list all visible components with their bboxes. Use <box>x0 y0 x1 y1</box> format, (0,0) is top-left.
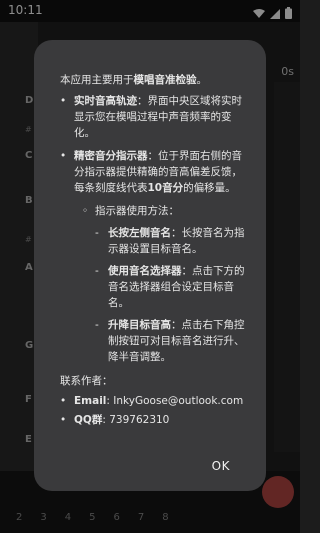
usage-item: 使用音名选择器：点击下方的音名选择器组合设定目标音名。 <box>95 263 246 311</box>
usage-item: 升降目标音高：点击右下角控制按钮可对目标音名进行升、降半音调整。 <box>95 317 246 365</box>
feature-list: 实时音高轨迹：界面中央区域将实时显示您在模唱过程中声音频率的变化。 精密音分指示… <box>60 93 246 196</box>
contact-list: Email: InkyGoose@outlook.com QQ群: 739762… <box>60 393 246 428</box>
feature-item: 实时音高轨迹：界面中央区域将实时显示您在模唱过程中声音频率的变化。 <box>60 93 246 141</box>
usage-list: 长按左侧音名：长按音名为指示器设置目标音名。 使用音名选择器：点击下方的音名选择… <box>95 225 246 365</box>
usage-title: 指示器使用方法： <box>82 203 246 219</box>
intro-text: 本应用主要用于模唱音准检验。 <box>60 74 207 86</box>
ok-button[interactable]: OK <box>206 455 236 477</box>
help-dialog: 本应用主要用于模唱音准检验。 实时音高轨迹：界面中央区域将实时显示您在模唱过程中… <box>34 40 266 491</box>
contact-qq: QQ群: 739762310 <box>60 412 246 428</box>
contact-email: Email: InkyGoose@outlook.com <box>60 393 246 409</box>
contact-title: 联系作者： <box>60 375 113 387</box>
feature-item: 精密音分指示器：位于界面右侧的音分指示器提供精确的音高偏差反馈，每条刻度线代表1… <box>60 148 246 196</box>
usage-section: 指示器使用方法： 长按左侧音名：长按音名为指示器设置目标音名。 使用音名选择器：… <box>82 203 246 365</box>
usage-item: 长按左侧音名：长按音名为指示器设置目标音名。 <box>95 225 246 257</box>
